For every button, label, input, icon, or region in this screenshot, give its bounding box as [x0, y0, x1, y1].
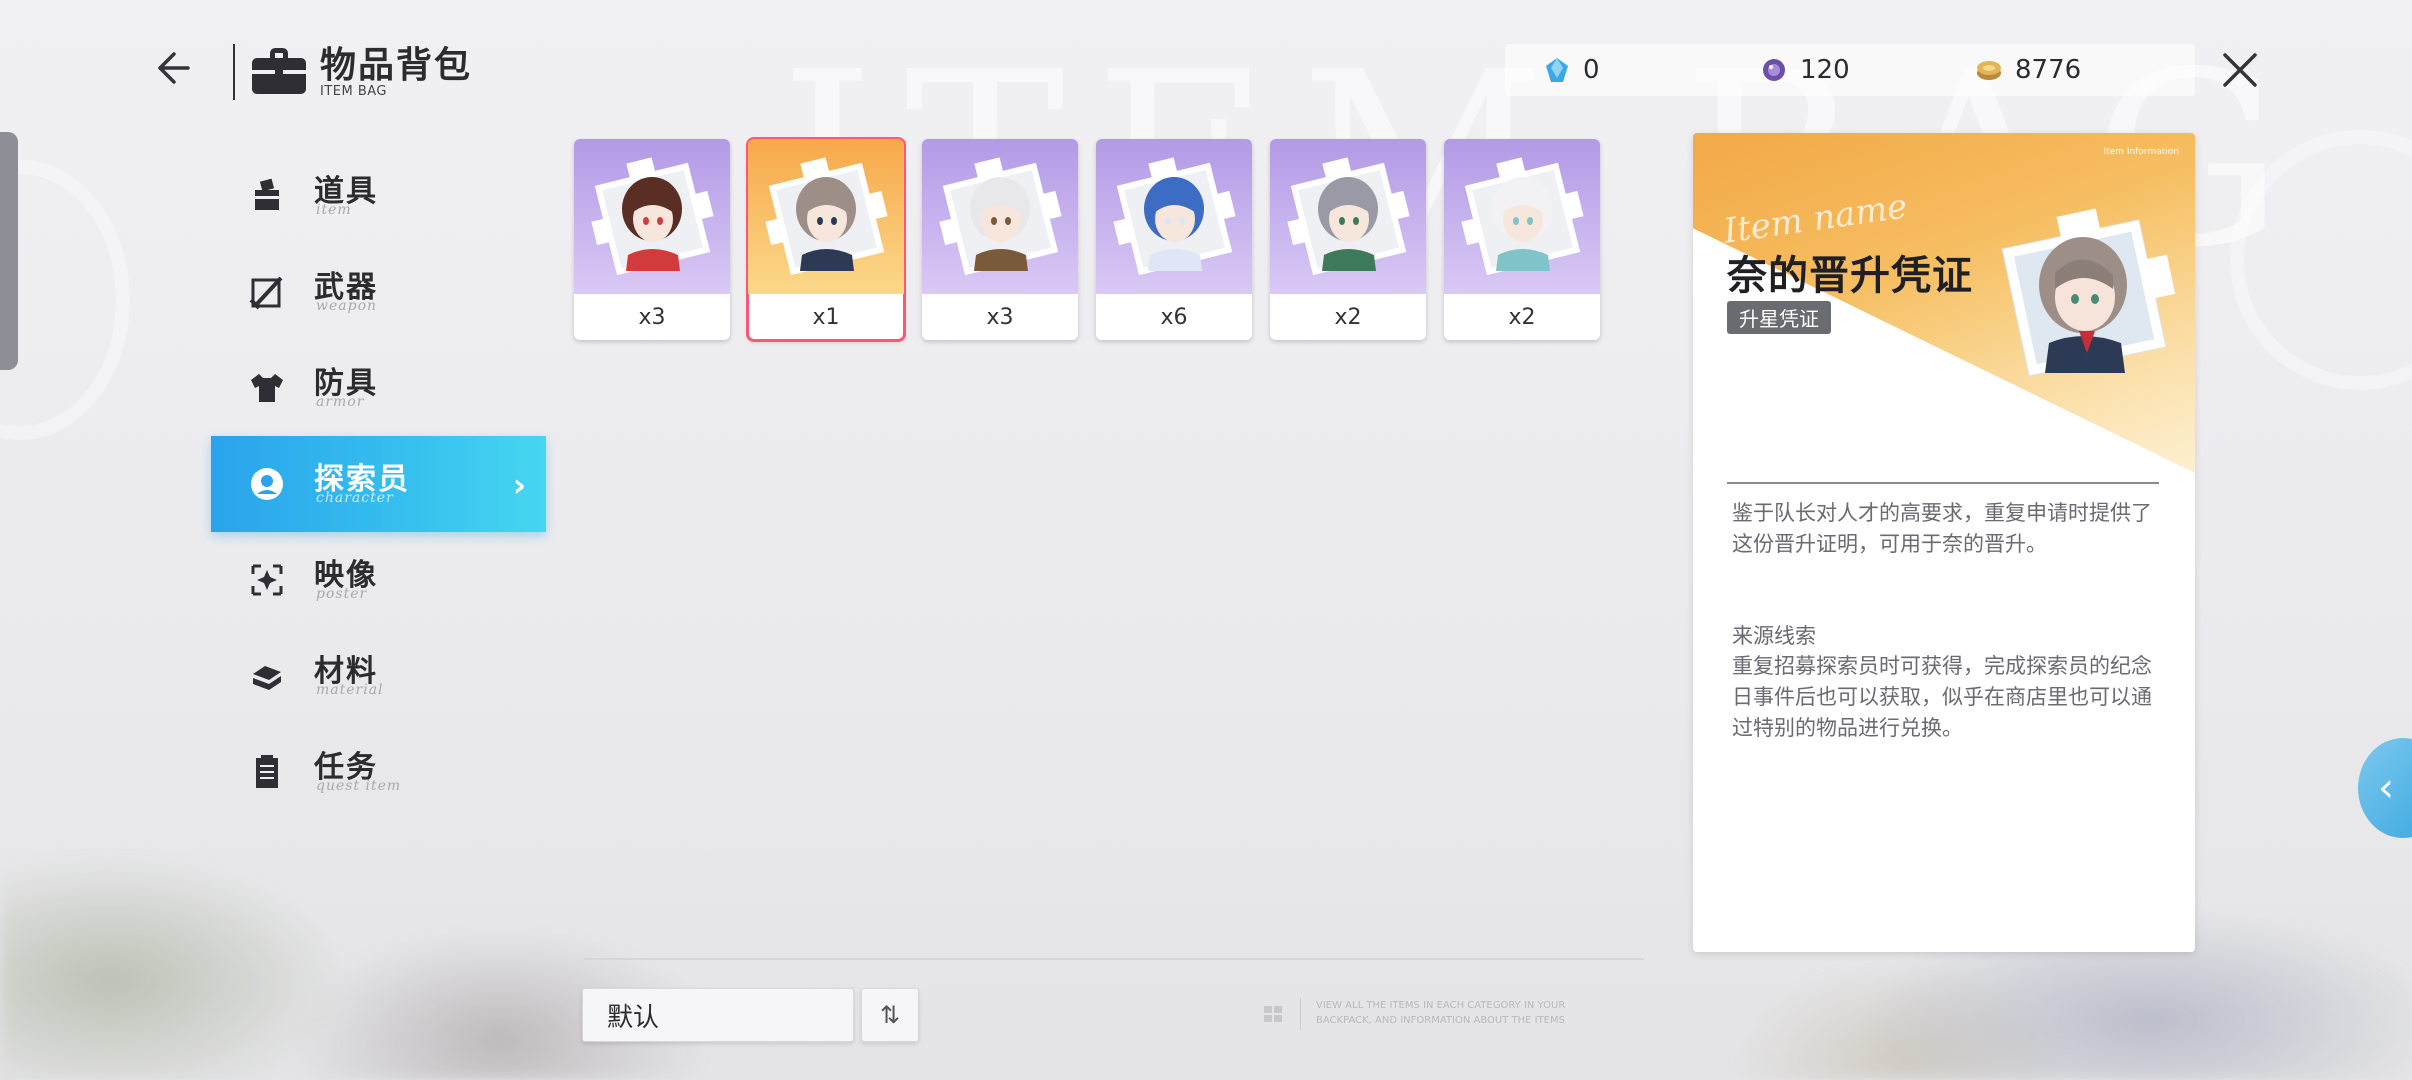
item-info-panel: Item Information Item name 奈的晋升凭证 升星凭证 鉴…	[1693, 133, 2195, 952]
back-button[interactable]	[150, 46, 194, 90]
puzzle-portrait-icon	[1287, 156, 1410, 275]
currency-crystal[interactable]: 0	[1543, 55, 1600, 85]
character-icon	[251, 468, 283, 500]
item-quantity: x6	[1160, 304, 1188, 330]
item-portrait	[574, 139, 730, 294]
source-description: 重复招募探索员时可获得，完成探索员的纪念日事件后也可以获取，似乎在商店里也可以通…	[1732, 654, 2152, 740]
sort-dropdown[interactable]: 默认	[582, 988, 854, 1042]
background-circle	[2230, 130, 2412, 390]
quest-icon	[256, 755, 278, 788]
sidebar-item-item[interactable]: 道具 item	[211, 148, 546, 244]
sidebar-item-sublabel: character	[316, 490, 394, 506]
material-icon	[253, 666, 281, 690]
item-quantity: x3	[638, 304, 666, 330]
back-arrow-icon	[158, 52, 190, 84]
currency-value: 120	[1800, 55, 1850, 85]
item-card[interactable]: x6	[1096, 139, 1252, 340]
item-quantity: x3	[986, 304, 1014, 330]
right-edge-handle[interactable]: ‹	[2358, 738, 2412, 838]
grid-view-icon	[1264, 1006, 1282, 1022]
close-icon	[2223, 53, 2257, 87]
sidebar-item-sublabel: weapon	[316, 298, 378, 314]
bottom-divider	[584, 958, 1644, 960]
item-type-badge: 升星凭证	[1727, 301, 1831, 334]
header-divider	[233, 44, 235, 100]
item-box-icon	[255, 178, 279, 210]
item-card[interactable]: x3	[574, 139, 730, 340]
sidebar-item-sublabel: poster	[316, 586, 368, 602]
hint-divider	[1300, 998, 1301, 1030]
item-portrait	[1270, 139, 1426, 294]
left-edge-handle[interactable]	[0, 132, 18, 370]
item-card[interactable]: x1	[746, 137, 906, 342]
blue-crystal-icon	[1546, 58, 1568, 82]
currency-value: 8776	[2015, 55, 2082, 85]
close-button[interactable]	[2216, 46, 2264, 94]
hint-text: VIEW ALL THE ITEMS IN EACH CATEGORY IN Y…	[1316, 1000, 1566, 1026]
sidebar-item-armor[interactable]: 防具 armor	[211, 340, 546, 436]
page-subtitle: ITEM BAG	[320, 84, 387, 99]
weapon-icon	[249, 276, 283, 310]
currency-bar: 0 120 8776	[1505, 44, 2195, 96]
item-name: 奈的晋升凭证	[1727, 253, 1973, 299]
currency-coin[interactable]: 8776	[1975, 55, 2081, 85]
item-art	[2001, 208, 2176, 377]
item-portrait	[1444, 139, 1600, 294]
sidebar-item-character[interactable]: 探索员 character ›	[211, 436, 546, 532]
currency-orb[interactable]: 120	[1760, 55, 1850, 85]
sidebar-item-sublabel: item	[316, 202, 352, 218]
sidebar-item-sublabel: material	[316, 682, 384, 698]
item-quantity: x2	[1334, 304, 1362, 330]
puzzle-portrait-icon	[939, 156, 1062, 275]
sidebar-item-weapon[interactable]: 武器 weapon	[211, 244, 546, 340]
armor-icon	[251, 374, 283, 402]
item-portrait	[748, 139, 904, 294]
sidebar-item-poster[interactable]: 映像 poster	[211, 532, 546, 628]
item-portrait	[922, 139, 1078, 294]
item-description: 鉴于队长对人才的高要求，重复申请时提供了这份晋升证明，可用于奈的晋升。	[1732, 501, 2152, 556]
puzzle-portrait-icon	[1113, 156, 1236, 275]
item-quantity: x2	[1508, 304, 1536, 330]
bag-icon	[252, 48, 306, 94]
chevron-right-icon: ›	[512, 466, 526, 504]
sidebar-item-quest[interactable]: 任务 quest item	[211, 724, 546, 820]
category-sidebar: 道具 item 武器 weapon 防具 armor 探索员 character…	[211, 148, 546, 820]
gold-coin-icon	[1977, 61, 2001, 80]
sort-arrows-icon: ⇅	[879, 1001, 901, 1029]
sidebar-item-sublabel: quest item	[316, 778, 402, 794]
sort-order-toggle[interactable]: ⇅	[861, 988, 919, 1042]
item-card[interactable]: x2	[1270, 139, 1426, 340]
sidebar-item-material[interactable]: 材料 material	[211, 628, 546, 724]
item-card[interactable]: x3	[922, 139, 1078, 340]
puzzle-portrait-icon	[765, 156, 888, 275]
item-grid: x3 x1 x3 x6 x2 x2	[574, 137, 1600, 342]
background-circle	[0, 160, 130, 440]
page-title: 物品背包	[320, 45, 473, 86]
puzzle-portrait-icon	[591, 156, 714, 275]
info-divider	[1727, 482, 2159, 484]
item-card[interactable]: x2	[1444, 139, 1600, 340]
item-quantity: x1	[812, 304, 840, 330]
poster-icon	[251, 564, 283, 596]
info-tag: Item Information	[2103, 147, 2179, 157]
source-title: 来源线索	[1732, 624, 1816, 648]
sidebar-item-sublabel: armor	[316, 394, 365, 410]
puzzle-portrait-icon	[1461, 156, 1584, 275]
currency-value: 0	[1583, 55, 1600, 85]
purple-orb-icon	[1763, 59, 1785, 81]
item-portrait	[1096, 139, 1252, 294]
chevron-left-icon: ‹	[2378, 765, 2394, 811]
